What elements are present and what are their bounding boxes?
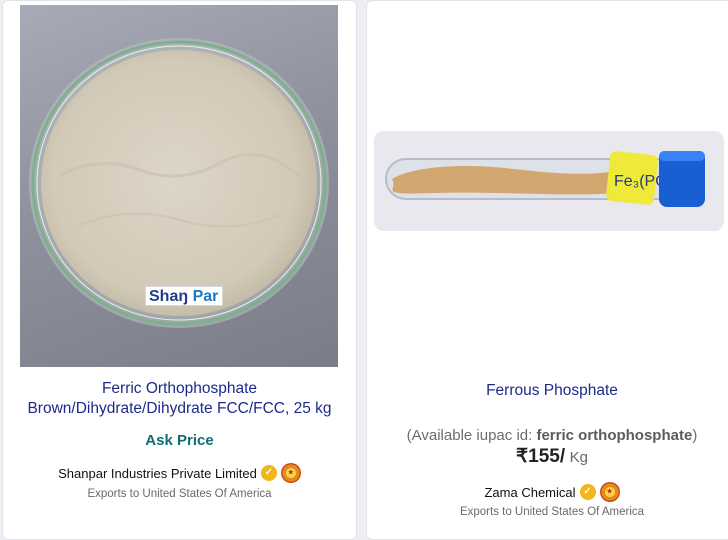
trust-seal-icon: ★ bbox=[599, 482, 620, 502]
product-title-line2[interactable]: Brown/Dihydrate/Dihydrate FCC/FCC, 25 kg bbox=[3, 399, 356, 419]
brand-logo-watermark: Shaŋ Par bbox=[145, 286, 223, 306]
seller-name[interactable]: Shanpar Industries Private Limited bbox=[58, 466, 257, 481]
product-image[interactable]: Fe₃(PO bbox=[374, 131, 724, 231]
product-card: Fe₃(PO Ferrous Phosphate (Available iupa… bbox=[366, 0, 728, 540]
price-unit: Kg bbox=[569, 449, 588, 466]
exports-text: Exports to United States Of America bbox=[87, 488, 272, 500]
ask-price-link[interactable]: Ask Price bbox=[3, 432, 356, 449]
availability-name: ferric orthophosphate bbox=[536, 427, 693, 444]
product-card: Shaŋ Par Ferric Orthophosphate Brown/Dih… bbox=[2, 0, 357, 540]
seller-row: Zama Chemical ✓ ★ bbox=[367, 482, 728, 502]
product-title-line1[interactable]: Ferric Orthophosphate bbox=[3, 379, 356, 399]
petri-dish-illustration bbox=[29, 38, 329, 328]
seller-row: Shanpar Industries Private Limited ✓ ★ bbox=[3, 463, 356, 483]
product-image[interactable] bbox=[20, 5, 338, 367]
availability-note: (Available iupac id: ferric orthophospha… bbox=[367, 427, 728, 444]
trust-seal-icon: ★ bbox=[280, 463, 301, 483]
exports-text: Exports to United States Of America bbox=[459, 506, 645, 518]
seller-name[interactable]: Zama Chemical bbox=[484, 485, 575, 500]
verified-badge-icon: ✓ bbox=[260, 465, 277, 481]
price-amount: ₹155/ bbox=[516, 446, 566, 467]
test-tube-illustration: Fe₃(PO bbox=[374, 131, 724, 231]
price-display: ₹155/ Kg bbox=[367, 445, 728, 468]
verified-badge-icon: ✓ bbox=[579, 484, 596, 500]
product-title[interactable]: Ferrous Phosphate bbox=[367, 381, 728, 401]
availability-suffix: ) bbox=[692, 427, 698, 444]
product-title[interactable]: Ferric Orthophosphate Brown/Dihydrate/Di… bbox=[3, 379, 356, 419]
availability-prefix: (Available iupac id: bbox=[406, 427, 537, 444]
